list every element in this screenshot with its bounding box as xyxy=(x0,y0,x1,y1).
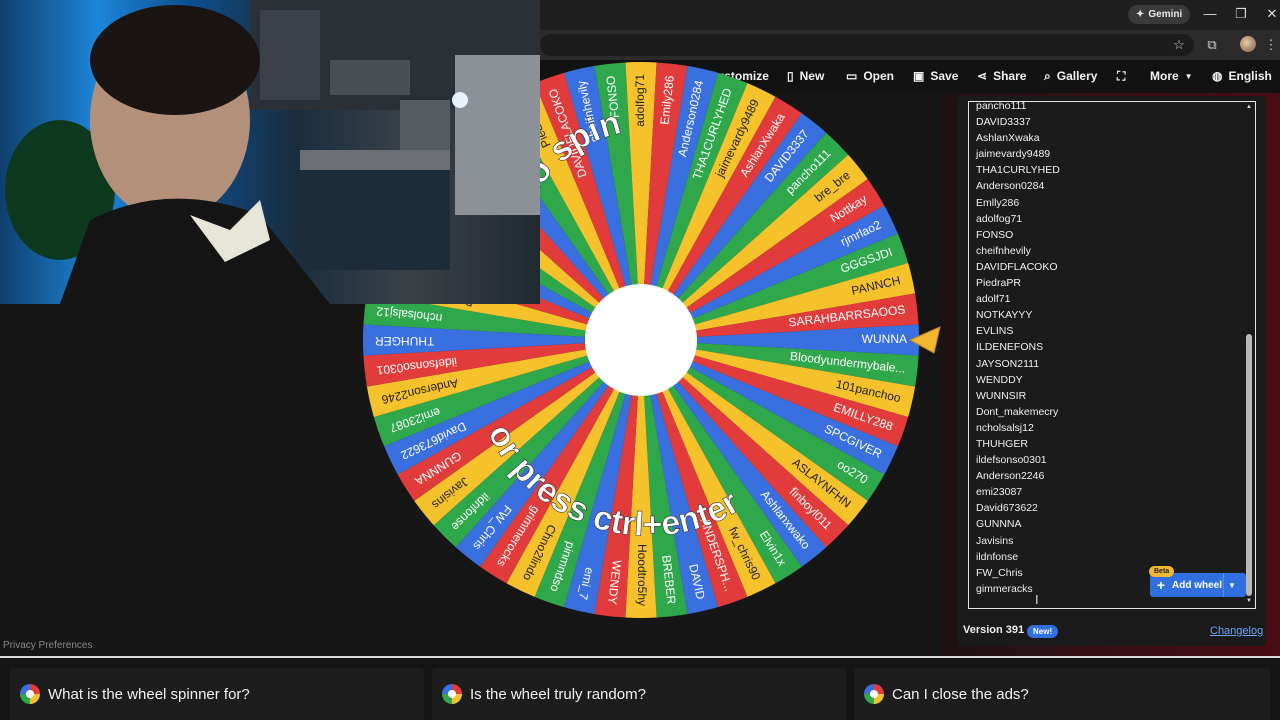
faq-card[interactable]: Is the wheel truly random? xyxy=(432,668,846,720)
entry-item: Anderson0284 xyxy=(976,180,1045,193)
entry-item: Emlly286 xyxy=(976,196,1020,209)
entries-scrollbar[interactable]: ▲ ▼ xyxy=(1245,104,1253,606)
entry-item: adolf71 xyxy=(976,293,1011,306)
wheel-segment-label: Hoodtro5hy xyxy=(635,544,649,606)
entry-item: ildnfonse xyxy=(976,550,1019,563)
entry-item: ildefsonso0301 xyxy=(976,454,1047,467)
entry-item: ILDENEFONS xyxy=(976,341,1044,354)
fullscreen-icon: ⛶ xyxy=(1117,68,1126,83)
entry-item: NOTKAYYY xyxy=(976,309,1033,322)
faq-question: What is the wheel spinner for? xyxy=(48,685,250,703)
new-badge: New! xyxy=(1027,625,1059,638)
language-button[interactable]: ◍ English xyxy=(1212,60,1272,92)
share-label: Share xyxy=(993,69,1027,83)
entry-item: DAVIDFLACOKO xyxy=(976,260,1058,273)
extensions-icon[interactable]: ⧉ xyxy=(1203,36,1221,54)
entry-item: WUNNSIR xyxy=(976,389,1027,402)
entry-item: DAVID3337 xyxy=(976,116,1031,129)
chevron-down-icon: ▼ xyxy=(1184,71,1193,81)
wheel-logo-icon xyxy=(864,684,884,704)
add-wheel-label: Add wheel xyxy=(1172,579,1223,591)
maximize-button[interactable]: ❐ xyxy=(1227,5,1255,23)
browser-menu-icon[interactable]: ⋮ xyxy=(1262,36,1280,54)
chevron-down-icon[interactable]: ▼ xyxy=(1228,581,1236,590)
more-label: More xyxy=(1150,69,1179,83)
scroll-up-icon[interactable]: ▲ xyxy=(1246,104,1252,110)
wheel-logo-icon xyxy=(442,684,462,704)
profile-avatar[interactable] xyxy=(1240,36,1256,52)
entry-item: EVLINS xyxy=(976,325,1014,338)
language-label: English xyxy=(1228,69,1272,83)
url-field[interactable] xyxy=(540,34,1194,56)
entry-item: Dont_makemecry xyxy=(976,405,1059,418)
entry-partial: pancho111 xyxy=(976,101,1027,112)
entry-item: AshlanXwaka xyxy=(976,132,1040,145)
gemini-button[interactable]: ✦ Gemini xyxy=(1128,5,1191,24)
bookmark-star-icon[interactable]: ☆ xyxy=(1170,36,1188,54)
entry-item: PiedraPR xyxy=(976,277,1021,290)
gemini-label: Gemini xyxy=(1148,9,1183,20)
plus-icon: + xyxy=(1156,577,1166,593)
entry-item: adolfog71 xyxy=(976,212,1023,225)
gallery-label: Gallery xyxy=(1056,69,1098,83)
entry-item: WENDDY xyxy=(976,373,1023,386)
entry-item: THUHGER xyxy=(976,437,1028,450)
scroll-down-icon[interactable]: ▼ xyxy=(1246,598,1252,604)
wheel-center-hub xyxy=(585,284,697,396)
fullscreen-button[interactable]: ⛶ xyxy=(1117,60,1125,92)
wheel-segment-label: WUNNA xyxy=(862,332,907,346)
minimize-button[interactable]: — xyxy=(1196,5,1224,23)
webcam-overlay xyxy=(0,0,540,304)
wheel-pointer-arrow-icon xyxy=(908,326,941,354)
faq-question: Can I close the ads? xyxy=(892,685,1029,703)
faq-card[interactable]: What is the wheel spinner for? xyxy=(10,668,424,720)
divider xyxy=(1223,573,1224,597)
entry-item: David673622 xyxy=(976,502,1038,515)
changelog-link[interactable]: Changelog xyxy=(1210,625,1263,637)
share-icon: ⋖ xyxy=(977,69,988,83)
entry-item: JAYSON2111 xyxy=(976,357,1040,370)
sparkle-icon: ✦ xyxy=(1136,9,1145,20)
version-text: Version 391 xyxy=(963,624,1025,636)
entry-item: FONSO xyxy=(976,228,1014,241)
wheel-segment-label: adolfog71 xyxy=(633,74,647,127)
gallery-button[interactable]: ⌕ Gallery xyxy=(1044,60,1097,92)
privacy-preferences-link[interactable]: Privacy Preferences xyxy=(3,640,92,651)
save-label: Save xyxy=(930,69,959,83)
more-button[interactable]: More ▼ xyxy=(1150,60,1193,92)
save-button[interactable]: ▣ Save xyxy=(913,60,958,92)
entries-textarea[interactable]: pancho111 DAVID3337 AshlanXwaka jaimevardy… xyxy=(968,101,1256,609)
globe-icon: ◍ xyxy=(1212,69,1223,83)
faq-question: Is the wheel truly random? xyxy=(470,685,646,703)
text-cursor-icon: I xyxy=(1035,592,1039,607)
faq-card[interactable]: Can I close the ads? xyxy=(854,668,1270,720)
entry-item: cheifnhevily xyxy=(976,244,1031,257)
entry-item: THA1CURLYHED xyxy=(976,164,1060,177)
wheel-logo-icon xyxy=(20,684,40,704)
search-icon: ⌕ xyxy=(1044,68,1051,83)
entry-item: Anderson2246 xyxy=(976,470,1045,483)
entries-list: pancho111 DAVID3337 AshlanXwaka jaimevardy… xyxy=(976,102,1226,597)
entry-item: jaimevardy9489 xyxy=(976,148,1051,161)
entry-item: GUNNNA xyxy=(976,518,1022,531)
entry-item: ncholsalsj12 xyxy=(976,421,1034,434)
close-window-button[interactable]: ✕ xyxy=(1258,5,1280,23)
beta-badge: Beta xyxy=(1149,566,1175,577)
share-button[interactable]: ⋖ Share xyxy=(977,60,1026,92)
wheel-segment-label: THUHGER xyxy=(375,334,435,348)
entry-item: emi23087 xyxy=(976,486,1023,499)
entry-item: Javisins xyxy=(976,534,1014,547)
scrollbar-thumb[interactable] xyxy=(1246,334,1252,596)
